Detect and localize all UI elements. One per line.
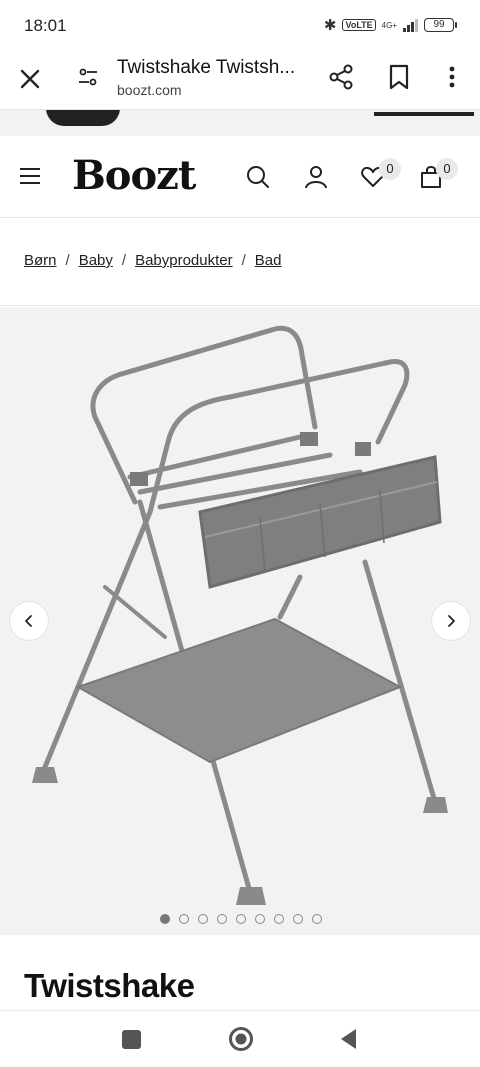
breadcrumb: Børn / Baby / Babyprodukter / Bad <box>0 218 480 306</box>
recents-button[interactable] <box>122 1030 141 1049</box>
tune-icon[interactable] <box>76 65 100 89</box>
share-icon[interactable] <box>328 63 354 91</box>
bluetooth-icon: ✱ <box>323 17 337 34</box>
page-url[interactable]: boozt.com <box>117 82 182 98</box>
product-brand[interactable]: Twistshake <box>24 967 195 1005</box>
gallery-next-button[interactable] <box>432 602 470 640</box>
breadcrumb-separator: / <box>121 252 127 269</box>
gallery-dot[interactable] <box>255 914 265 924</box>
product-gallery <box>0 307 480 935</box>
wishlist-count-badge: 0 <box>379 158 401 180</box>
gallery-dot[interactable] <box>198 914 208 924</box>
breadcrumb-separator: / <box>241 252 246 269</box>
back-button[interactable] <box>338 1027 358 1051</box>
status-icons: ✱ VoLTE 4G+ 99 <box>323 16 457 34</box>
chevron-right-icon <box>448 615 455 627</box>
close-icon[interactable] <box>16 65 44 93</box>
battery-icon: 99 <box>424 18 457 32</box>
cart-count-badge: 0 <box>436 158 458 180</box>
battery-level: 99 <box>433 19 445 30</box>
status-time: 18:01 <box>24 16 67 35</box>
home-button[interactable] <box>228 1026 254 1052</box>
system-nav-bar <box>0 1010 480 1067</box>
gallery-dots <box>160 914 322 924</box>
site-header: Boozt 0 0 <box>0 136 480 218</box>
breadcrumb-item-babyprodukter[interactable]: Babyprodukter <box>135 252 233 269</box>
breadcrumb-item-bad[interactable]: Bad <box>255 252 282 269</box>
gallery-dot[interactable] <box>236 914 246 924</box>
product-header: Twistshake <box>0 935 480 1010</box>
chevron-left-icon <box>25 615 32 627</box>
remnant-line <box>374 112 474 116</box>
status-bar: 18:01 ✱ VoLTE 4G+ 99 <box>0 0 480 52</box>
remnant-pill <box>46 110 120 126</box>
signal-icon <box>403 18 418 32</box>
browser-toolbar: Twistshake Twistsh... boozt.com <box>0 52 480 110</box>
site-logo[interactable]: Boozt <box>72 152 196 199</box>
gallery-dot[interactable] <box>293 914 303 924</box>
network-type: 4G+ <box>381 20 397 30</box>
more-vert-icon[interactable] <box>440 63 464 91</box>
product-image[interactable] <box>0 307 480 935</box>
volte-indicator: VoLTE <box>342 19 376 31</box>
breadcrumb-item-baby[interactable]: Baby <box>79 252 113 269</box>
gallery-dot[interactable] <box>274 914 284 924</box>
breadcrumb-item-born[interactable]: Børn <box>24 252 57 269</box>
gallery-dot[interactable] <box>179 914 189 924</box>
account-icon[interactable] <box>303 164 329 190</box>
gallery-prev-button[interactable] <box>10 602 48 640</box>
gallery-dot[interactable] <box>160 914 170 924</box>
search-icon[interactable] <box>245 164 271 190</box>
bookmark-icon[interactable] <box>388 63 410 91</box>
page-title[interactable]: Twistshake Twistsh... <box>117 57 317 79</box>
scrolled-content-remnant <box>0 110 480 136</box>
breadcrumb-separator: / <box>65 252 70 269</box>
gallery-dot[interactable] <box>312 914 322 924</box>
gallery-dot[interactable] <box>217 914 227 924</box>
hamburger-icon[interactable] <box>20 168 40 184</box>
